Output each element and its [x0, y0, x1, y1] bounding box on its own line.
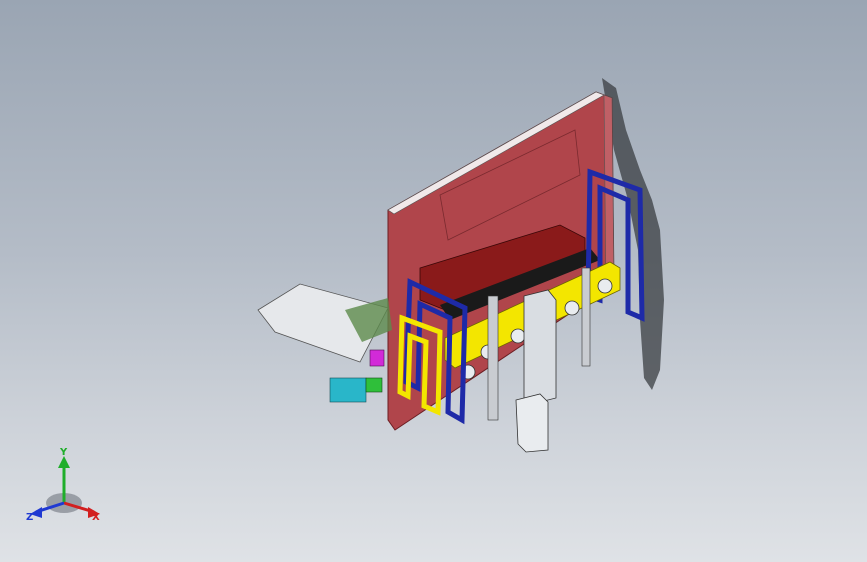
- coordinate-triad[interactable]: Y X Z: [22, 448, 112, 528]
- cad-viewport[interactable]: Y X Z: [0, 0, 867, 562]
- assembly-model[interactable]: [0, 0, 867, 562]
- actuator-motor[interactable]: [515, 393, 549, 453]
- x-axis-label: X: [92, 512, 100, 523]
- linear-actuator[interactable]: [523, 289, 557, 405]
- magenta-part[interactable]: [369, 349, 385, 367]
- green-part[interactable]: [365, 377, 383, 393]
- cyan-part[interactable]: [329, 377, 367, 403]
- z-axis-label: Z: [26, 512, 33, 523]
- y-axis-label: Y: [59, 448, 68, 458]
